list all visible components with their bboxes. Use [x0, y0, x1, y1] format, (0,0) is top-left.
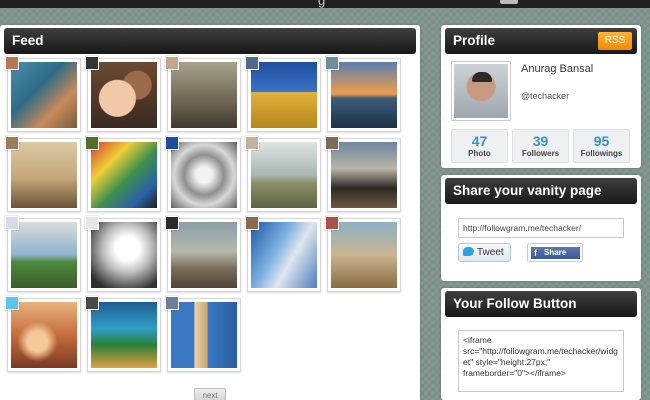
profile-name: Anurag Bansal: [521, 63, 594, 75]
stat-followers-count: 39: [532, 133, 549, 149]
top-bar-title-fragment: g: [318, 0, 326, 8]
vanity-header: Share your vanity page: [445, 178, 637, 204]
feed-photo[interactable]: [5, 136, 81, 212]
photo-image: [171, 302, 237, 368]
user-avatar-icon[interactable]: [85, 216, 99, 230]
stat-followings-count: 95: [593, 133, 610, 149]
stat-followers-label: Followers: [521, 149, 560, 158]
follow-button-header: Your Follow Button: [445, 291, 637, 317]
profile-panel: Profile RSS Anurag Bansal @techacker 47 …: [441, 25, 641, 168]
user-avatar-icon[interactable]: [245, 216, 259, 230]
embed-code-textarea[interactable]: [458, 330, 624, 392]
photo-image: [11, 62, 77, 128]
share-label: Share: [544, 248, 567, 257]
photo-image: [91, 302, 157, 368]
user-avatar-icon[interactable]: [165, 216, 179, 230]
vanity-panel: Share your vanity page Tweet f Share: [441, 175, 641, 281]
avatar[interactable]: [451, 61, 511, 121]
user-avatar-icon[interactable]: [5, 216, 19, 230]
follow-button-title: Your Follow Button: [453, 296, 577, 311]
photo-image: [171, 142, 237, 208]
photo-image: [91, 142, 157, 208]
feed-photo[interactable]: [85, 216, 161, 292]
top-bar-button[interactable]: [500, 0, 518, 4]
photo-image: [91, 62, 157, 128]
feed-photo[interactable]: [85, 136, 161, 212]
feed-photo[interactable]: [245, 56, 321, 132]
user-avatar-icon[interactable]: [245, 56, 259, 70]
user-avatar-icon[interactable]: [5, 136, 19, 150]
user-avatar-icon[interactable]: [85, 136, 99, 150]
tweet-label: Tweet: [477, 247, 504, 258]
vanity-title: Share your vanity page: [453, 183, 602, 198]
feed-photo[interactable]: [85, 56, 161, 132]
feed-photo[interactable]: [5, 216, 81, 292]
profile-header: Profile RSS: [445, 28, 637, 54]
photo-image: [251, 222, 317, 288]
feed-photo[interactable]: [325, 136, 401, 212]
stat-photo-count: 47: [471, 133, 488, 149]
feed-title: Feed: [12, 33, 44, 48]
photo-image: [11, 222, 77, 288]
stat-followings-label: Followings: [580, 149, 623, 158]
user-avatar-icon[interactable]: [165, 56, 179, 70]
rss-button[interactable]: RSS: [598, 32, 632, 50]
stat-followings[interactable]: 95 Followings: [573, 129, 630, 163]
feed-photo[interactable]: [325, 56, 401, 132]
twitter-bird-icon: [463, 247, 474, 256]
stat-followers[interactable]: 39 Followers: [512, 129, 569, 163]
photo-image: [251, 62, 317, 128]
feed-photo[interactable]: [165, 56, 241, 132]
feed-header: Feed: [4, 28, 416, 54]
next-button[interactable]: next: [194, 388, 226, 400]
user-avatar-icon[interactable]: [165, 136, 179, 150]
facebook-share-inner: f Share: [531, 247, 580, 259]
profile-handle: @techacker: [521, 91, 570, 101]
photo-image: [91, 222, 157, 288]
user-avatar-icon[interactable]: [325, 136, 339, 150]
feed-photo[interactable]: [245, 216, 321, 292]
feed-photo[interactable]: [5, 296, 81, 372]
facebook-share-button[interactable]: f Share: [527, 243, 583, 262]
profile-title: Profile: [453, 33, 496, 48]
user-avatar-icon[interactable]: [245, 136, 259, 150]
follow-button-panel: Your Follow Button: [441, 288, 641, 400]
photo-image: [11, 302, 77, 368]
user-avatar-icon[interactable]: [85, 56, 99, 70]
user-avatar-icon[interactable]: [85, 296, 99, 310]
feed-photo[interactable]: [325, 216, 401, 292]
feed-photo[interactable]: [85, 296, 161, 372]
photo-image: [331, 62, 397, 128]
top-bar: g: [0, 0, 650, 8]
profile-photo: [454, 64, 508, 118]
vanity-url-input[interactable]: [458, 218, 624, 238]
feed-panel: Feed next: [0, 25, 420, 400]
feed-photo[interactable]: [5, 56, 81, 132]
photo-image: [171, 62, 237, 128]
feed-photo[interactable]: [165, 216, 241, 292]
user-avatar-icon[interactable]: [5, 296, 19, 310]
stat-photo-label: Photo: [468, 149, 491, 158]
photo-image: [11, 142, 77, 208]
facebook-icon: f: [534, 248, 537, 258]
feed-photo[interactable]: [245, 136, 321, 212]
feed-photo[interactable]: [165, 296, 241, 372]
feed-photo[interactable]: [165, 136, 241, 212]
user-avatar-icon[interactable]: [165, 296, 179, 310]
user-avatar-icon[interactable]: [325, 216, 339, 230]
user-avatar-icon[interactable]: [325, 56, 339, 70]
photo-image: [171, 222, 237, 288]
stat-photo[interactable]: 47 Photo: [451, 129, 508, 163]
user-avatar-icon[interactable]: [5, 56, 19, 70]
photo-image: [331, 142, 397, 208]
photo-image: [251, 142, 317, 208]
tweet-button[interactable]: Tweet: [458, 243, 511, 262]
photo-image: [331, 222, 397, 288]
